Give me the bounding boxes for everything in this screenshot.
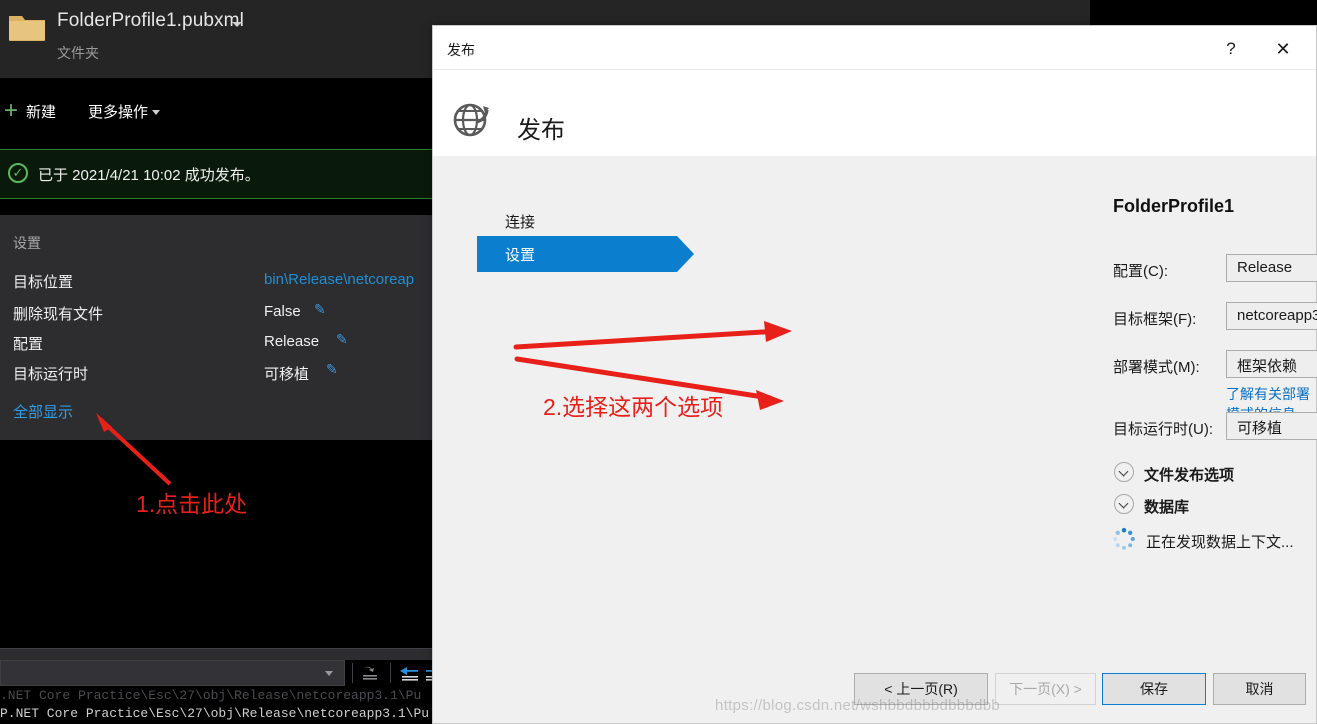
page-title: FolderProfile1 bbox=[1113, 196, 1235, 216]
setting-value-target-runtime: 可移植 bbox=[264, 366, 310, 383]
setting-value-delete-existing-files: False bbox=[264, 303, 301, 320]
next-button[interactable]: 下一页(X) > bbox=[995, 673, 1096, 705]
publish-dialog: 发布 ? ✕ 发布 连接 设置 FolderProfile1 配置(C): Re… bbox=[432, 25, 1317, 724]
target-framework-dropdown-value: netcoreapp3.1 bbox=[1237, 307, 1317, 324]
setting-label-target-runtime: 目标运行时 bbox=[13, 366, 89, 383]
target-runtime-dropdown[interactable]: 可移植 bbox=[1226, 412, 1317, 440]
setting-value-configuration: Release bbox=[264, 333, 320, 350]
help-icon[interactable]: ? bbox=[1216, 36, 1246, 62]
publish-success-text: 已于 2021/4/21 10:02 成功发布。 bbox=[38, 167, 260, 184]
label-configuration: 配置(C): bbox=[1113, 263, 1168, 280]
pencil-icon[interactable]: ✎ bbox=[326, 361, 338, 378]
pencil-icon[interactable]: ✎ bbox=[314, 301, 326, 318]
toolbar-divider bbox=[352, 663, 353, 683]
more-actions-button[interactable]: 更多操作 bbox=[88, 101, 148, 122]
dialog-banner-title: 发布 bbox=[517, 117, 565, 144]
target-runtime-dropdown-value: 可移植 bbox=[1237, 420, 1283, 437]
check-circle-icon: ✓ bbox=[8, 163, 28, 183]
target-framework-dropdown[interactable]: netcoreapp3.1 bbox=[1226, 302, 1317, 330]
output-line-previous: .NET Core Practice\Esc\27\obj\Release\ne… bbox=[0, 688, 422, 703]
dialog-titlebar bbox=[433, 26, 1316, 70]
output-line-current: P.NET Core Practice\Esc\27\obj\Release\n… bbox=[0, 706, 430, 721]
dialog-title: 发布 bbox=[447, 42, 475, 58]
nav-item-connect[interactable]: 连接 bbox=[477, 204, 677, 238]
label-deployment-mode: 部署模式(M): bbox=[1113, 359, 1200, 376]
close-icon[interactable]: ✕ bbox=[1268, 36, 1298, 62]
chevron-down-icon[interactable] bbox=[232, 22, 242, 27]
save-button[interactable]: 保存 bbox=[1102, 673, 1206, 705]
configuration-dropdown[interactable]: Release bbox=[1226, 254, 1317, 282]
nav-selected-arrow bbox=[677, 236, 694, 272]
folder-icon bbox=[9, 16, 45, 41]
publish-profile-name[interactable]: FolderProfile1.pubxml bbox=[57, 10, 244, 32]
chevron-down-icon[interactable] bbox=[152, 110, 160, 115]
loading-status-text: 正在发现数据上下文... bbox=[1146, 534, 1294, 551]
pencil-icon[interactable]: ✎ bbox=[336, 331, 348, 348]
label-target-framework: 目标框架(F): bbox=[1113, 311, 1197, 328]
go-to-previous-icon[interactable] bbox=[398, 665, 420, 683]
cancel-button[interactable]: 取消 bbox=[1213, 673, 1306, 705]
show-all-settings-link[interactable]: 全部显示 bbox=[13, 401, 73, 422]
setting-label-target-location: 目标位置 bbox=[13, 274, 74, 291]
deployment-mode-dropdown[interactable]: 框架依赖 bbox=[1226, 350, 1317, 378]
nav-item-settings[interactable]: 设置 bbox=[477, 236, 677, 272]
deployment-mode-dropdown-value: 框架依赖 bbox=[1237, 358, 1298, 375]
loading-spinner-icon bbox=[1113, 527, 1135, 550]
output-window-splitter[interactable] bbox=[0, 648, 440, 660]
nav-item-connect-label: 连接 bbox=[505, 214, 536, 231]
publish-profile-subtitle: 文件夹 bbox=[57, 45, 99, 61]
toolbar-divider bbox=[390, 663, 391, 683]
setting-label-configuration: 配置 bbox=[13, 336, 44, 353]
chevron-down-icon[interactable] bbox=[325, 671, 333, 676]
dialog-banner bbox=[433, 70, 1316, 156]
setting-label-delete-existing-files: 删除现有文件 bbox=[13, 306, 104, 323]
globe-publish-icon bbox=[453, 103, 489, 137]
expander-label-file-publish-options[interactable]: 文件发布选项 bbox=[1144, 464, 1234, 485]
settings-summary-title: 设置 bbox=[13, 235, 41, 251]
label-target-runtime: 目标运行时(U): bbox=[1113, 421, 1213, 438]
vs-top-right-strip bbox=[1090, 0, 1317, 22]
watermark: https://blog.csdn.net/wshbbdbbbdbbbdbb bbox=[715, 697, 1000, 714]
expander-label-database[interactable]: 数据库 bbox=[1144, 496, 1189, 517]
nav-item-settings-label: 设置 bbox=[505, 247, 536, 264]
new-profile-button[interactable]: 新建 bbox=[26, 101, 56, 122]
setting-value-target-location[interactable]: bin\Release\netcoreap bbox=[264, 271, 414, 288]
plus-icon[interactable]: + bbox=[4, 99, 18, 123]
output-source-dropdown[interactable] bbox=[0, 660, 345, 686]
clear-output-icon[interactable] bbox=[360, 665, 382, 683]
configuration-dropdown-value: Release bbox=[1237, 259, 1293, 276]
